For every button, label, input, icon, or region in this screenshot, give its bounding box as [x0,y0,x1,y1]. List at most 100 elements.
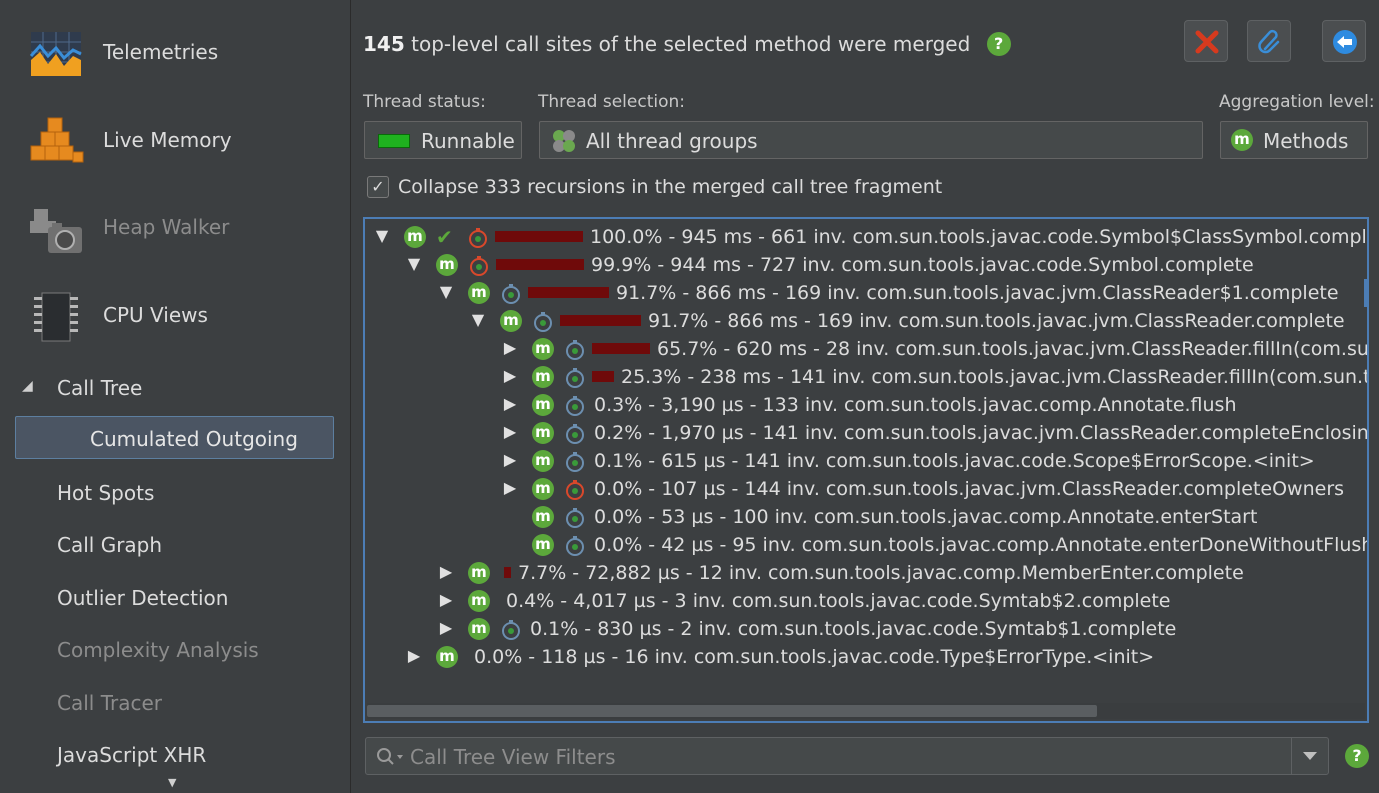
chevron-down-icon[interactable] [1302,751,1318,761]
collapsed-arrow-icon[interactable]: ▶ [437,590,455,609]
method-icon: m [532,450,554,472]
tree-row-label: 0.2% - 1,970 µs - 141 inv. com.sun.tools… [594,422,1369,444]
telemetries-icon [29,32,82,76]
tree-row-label: 0.1% - 830 µs - 2 inv. com.sun.tools.jav… [530,618,1177,640]
sidebar-item-call-tracer[interactable]: Call Tracer [57,691,162,715]
call-tree-view-filters[interactable]: Call Tree View Filters [365,737,1329,775]
attach-button[interactable] [1247,20,1291,62]
percentage-bar [504,567,511,578]
tree-row-label: 91.7% - 866 ms - 169 inv. com.sun.tools.… [648,310,1345,332]
collapsed-arrow-icon[interactable]: ▶ [501,422,519,441]
method-icon: m [468,590,490,612]
method-icon: m [468,618,490,640]
sidebar-item-label: Cumulated Outgoing [90,427,298,451]
sidebar-item-label: Telemetries [103,40,219,64]
horizontal-scrollbar-thumb[interactable] [367,705,1097,717]
recursion-clock-red-icon [470,256,488,276]
method-icon: m [532,338,554,360]
sidebar-item-outlier-detection[interactable]: Outlier Detection [57,586,228,610]
filter-placeholder: Call Tree View Filters [410,745,616,769]
recursion-clock-icon [566,452,584,472]
expanded-arrow-icon[interactable]: ▼ [373,226,391,245]
sidebar-item-cpu-views[interactable]: CPU Views [0,281,350,351]
sidebar-item-complexity-analysis[interactable]: Complexity Analysis [57,638,259,662]
page-title: 145 top-level call sites of the selected… [363,31,1011,56]
recursion-clock-icon [534,312,552,332]
method-icon: m [404,226,426,248]
sidebar-item-javascript-xhr[interactable]: JavaScript XHR [57,743,206,767]
method-icon: m [532,478,554,500]
collapsed-arrow-icon[interactable]: ▶ [501,450,519,469]
sidebar-item-hot-spots[interactable]: Hot Spots [57,481,154,505]
expanded-arrow-icon[interactable]: ▼ [405,254,423,273]
recursion-clock-icon [502,620,520,640]
recursion-clock-icon [566,396,584,416]
recursion-clock-red-icon [469,228,487,248]
collapse-recursions-label: Collapse 333 recursions in the merged ca… [398,176,943,198]
recursion-clock-icon [566,368,584,388]
tree-row-label: 7.7% - 72,882 µs - 12 inv. com.sun.tools… [518,562,1244,584]
sidebar-item-telemetries[interactable]: Telemetries [0,18,350,88]
close-merge-button[interactable] [1184,20,1228,62]
sidebar-section-call-tree[interactable]: ◢ Call Tree [20,374,340,404]
sidebar-item-call-graph[interactable]: Call Graph [57,533,162,557]
help-icon[interactable]: ? [1345,744,1369,768]
aggregation-level-label: Aggregation level: [1219,92,1375,112]
method-icon: m [436,254,458,276]
thread-status-select[interactable]: Runnable [364,121,522,159]
runnable-status-icon [378,134,410,148]
collapsed-arrow-icon[interactable]: ▶ [501,366,519,385]
recursion-clock-icon [566,508,584,528]
aggregation-level-select[interactable]: m Methods [1220,121,1368,159]
tree-row-label: 25.3% - 238 ms - 141 inv. com.sun.tools.… [621,366,1369,388]
filter-divider [1291,738,1292,774]
thread-selection-select[interactable]: All thread groups [539,121,1203,159]
vertical-scroll-marker[interactable] [1364,279,1367,307]
check-icon: ✔ [436,225,453,249]
sidebar-item-heap-walker[interactable]: Heap Walker [0,193,350,263]
collapsed-arrow-icon[interactable]: ▶ [437,562,455,581]
call-tree-view[interactable]: ▼ m ✔ 100.0% - 945 ms - 661 inv. com.sun.to… [363,217,1369,723]
percentage-bar [528,287,609,298]
collapsed-arrow-icon[interactable]: ▶ [501,478,519,497]
thread-status-label: Thread status: [363,92,486,112]
thread-selection-value: All thread groups [586,129,758,153]
sidebar-item-cumulated-outgoing[interactable]: Cumulated Outgoing [15,416,334,459]
thread-status-value: Runnable [421,129,515,153]
title-text: top-level call sites of the selected met… [411,32,971,56]
back-button[interactable] [1322,20,1366,62]
horizontal-scrollbar[interactable] [367,703,1365,719]
method-icon: m [468,282,490,304]
sidebar: Telemetries Live Memory Heap Walker CPU … [0,0,351,793]
aggregation-value: Methods [1263,129,1349,153]
collapsed-arrow-icon[interactable]: ▶ [501,394,519,413]
live-memory-icon [30,117,84,163]
expanded-arrow-icon[interactable]: ▼ [437,282,455,301]
back-arrow-icon [1333,30,1357,54]
scroll-more-icon[interactable]: ▼ [168,776,176,789]
expanded-arrow-icon[interactable]: ▼ [469,310,487,329]
sidebar-item-live-memory[interactable]: Live Memory [0,106,350,176]
collapsed-arrow-icon[interactable]: ▶ [437,618,455,637]
tree-row-label: 0.3% - 3,190 µs - 133 inv. com.sun.tools… [594,394,1237,416]
recursion-clock-icon [502,284,520,304]
percentage-bar [592,343,650,354]
percentage-bar [560,315,641,326]
thread-selection-label: Thread selection: [538,92,685,112]
sidebar-item-label: CPU Views [103,303,208,327]
collapsed-arrow-icon[interactable]: ▶ [405,646,423,665]
heap-walker-icon [30,209,82,253]
method-icon: m [532,366,554,388]
help-icon[interactable]: ? [986,31,1011,56]
tree-row-label: 0.0% - 42 µs - 95 inv. com.sun.tools.jav… [594,534,1369,556]
recursion-clock-red-icon [566,480,584,500]
collapsed-arrow-icon[interactable]: ▶ [501,338,519,357]
method-icon: m [436,646,458,668]
tree-row-label: 91.7% - 866 ms - 169 inv. com.sun.tools.… [616,282,1339,304]
sidebar-item-label: Live Memory [103,128,232,152]
tree-row-label: 99.9% - 944 ms - 727 inv. com.sun.tools.… [591,254,1254,276]
cpu-views-icon [34,292,78,342]
sidebar-section-label: Call Tree [57,376,143,400]
checkbox-check-icon[interactable]: ✓ [367,176,389,198]
expanded-triangle-icon: ◢ [22,378,33,394]
